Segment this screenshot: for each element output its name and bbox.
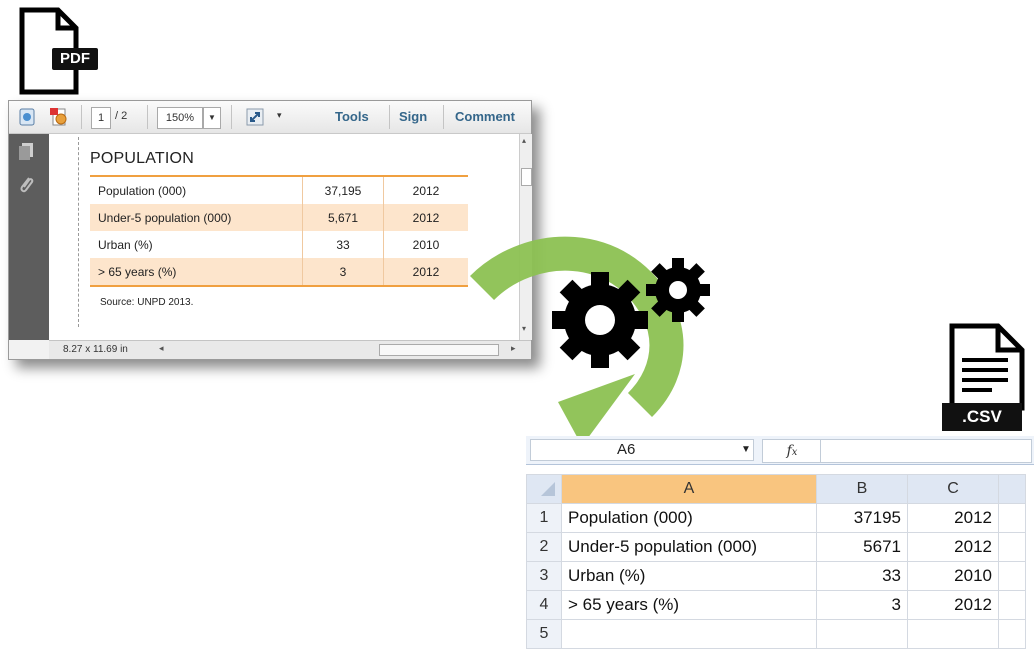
table-cell: Urban (%)	[90, 231, 303, 258]
table-cell: Under-5 population (000)	[90, 204, 303, 231]
cell[interactable]: Urban (%)	[561, 561, 817, 591]
table-cell: 2012	[412, 183, 440, 198]
cell[interactable]	[816, 619, 908, 649]
formula-bar: A6 ▼ fx	[526, 436, 1034, 465]
row-header[interactable]: 4	[526, 590, 562, 620]
cell[interactable]: 2012	[907, 532, 999, 562]
table-row: 4 > 65 years (%) 3 2012	[526, 590, 1026, 620]
table-row: > 65 years (%) 3 2012	[90, 258, 468, 286]
source-note: Source: UNPD 2013.	[100, 297, 194, 308]
table-cell: 37,195	[302, 176, 384, 204]
comment-button[interactable]: Comment	[455, 109, 515, 124]
column-header-b[interactable]: B	[816, 474, 908, 504]
scroll-thumb[interactable]	[521, 168, 532, 186]
cell[interactable]	[998, 619, 1026, 649]
cell[interactable]: 37195	[816, 503, 908, 533]
document-icon[interactable]	[49, 107, 69, 127]
cell[interactable]	[998, 503, 1026, 533]
table-cell: Population (000)	[90, 176, 303, 204]
column-header-c[interactable]: C	[907, 474, 999, 504]
csv-file-icon	[949, 323, 1025, 411]
sign-button[interactable]: Sign	[399, 109, 427, 124]
cell[interactable]	[998, 561, 1026, 591]
table-cell: 2012	[383, 204, 468, 231]
insert-function-button[interactable]: fx	[762, 439, 822, 463]
cell[interactable]	[907, 619, 999, 649]
cell[interactable]: 5671	[816, 532, 908, 562]
cell[interactable]: 2012	[907, 503, 999, 533]
cell[interactable]	[561, 619, 817, 649]
cell[interactable]: Under-5 population (000)	[561, 532, 817, 562]
table-row: Population (000) 37,195 2012	[90, 176, 468, 204]
toolbar-separator	[389, 105, 390, 129]
navigation-pane	[9, 134, 49, 340]
table-row: 2 Under-5 population (000) 5671 2012	[526, 532, 1026, 562]
name-box[interactable]: A6 ▼	[530, 439, 754, 461]
expand-icon[interactable]	[245, 107, 265, 127]
cell[interactable]: 3	[816, 590, 908, 620]
table-row: 5	[526, 619, 1026, 649]
name-box-dropdown-icon[interactable]: ▼	[741, 444, 751, 455]
table-row: Urban (%) 33 2010	[90, 231, 468, 258]
column-header-a[interactable]: A	[561, 474, 817, 504]
page-size-label: 8.27 x 11.69 in	[63, 344, 128, 355]
table-cell: > 65 years (%)	[90, 258, 303, 286]
row-header[interactable]: 5	[526, 619, 562, 649]
pdf-badge: PDF	[52, 48, 98, 70]
spreadsheet: A6 ▼ fx A B C 1 Population (000) 37195 2…	[526, 436, 1034, 649]
formula-input[interactable]	[820, 439, 1032, 463]
table-row: Under-5 population (000) 5,671 2012	[90, 204, 468, 231]
table-row: 1 Population (000) 37195 2012	[526, 503, 1026, 533]
row-header[interactable]: 3	[526, 561, 562, 591]
toolbar-separator	[443, 105, 444, 129]
table-cell: 2012	[383, 258, 468, 286]
cell[interactable]: 2012	[907, 590, 999, 620]
sheet-grid: A B C 1 Population (000) 37195 2012 2 Un…	[526, 474, 1026, 649]
table-cell: 5,671	[302, 204, 384, 231]
page-boundary	[78, 137, 80, 327]
table-row: 3 Urban (%) 33 2010	[526, 561, 1026, 591]
row-header[interactable]: 1	[526, 503, 562, 533]
zoom-select[interactable]: 150%	[157, 107, 203, 129]
cell[interactable]: 33	[816, 561, 908, 591]
table-cell: 2010	[412, 237, 440, 252]
population-title: POPULATION	[90, 150, 194, 167]
toolbar-separator	[147, 105, 148, 129]
tools-button[interactable]: Tools	[335, 109, 369, 124]
name-box-value: A6	[617, 441, 636, 458]
attachment-icon[interactable]	[17, 174, 35, 196]
more-tools-icon[interactable]: ▾	[277, 110, 282, 121]
print-icon[interactable]	[17, 107, 37, 127]
cell[interactable]	[998, 532, 1026, 562]
column-header-d[interactable]	[998, 474, 1026, 504]
pdf-status-bar: 8.27 x 11.69 in ◂ ▸	[49, 340, 531, 359]
pdf-toolbar: 1 / 2 150% ▼ ▾ Tools Sign Comment	[9, 101, 531, 134]
page-number-input[interactable]: 1	[91, 107, 111, 129]
scroll-up-icon[interactable]: ▴	[522, 136, 526, 145]
toolbar-separator	[81, 105, 82, 129]
csv-badge: .CSV	[942, 403, 1022, 431]
population-table: Population (000) 37,195 2012 Under-5 pop…	[90, 175, 468, 287]
toolbar-separator	[231, 105, 232, 129]
zoom-dropdown-icon[interactable]: ▼	[203, 107, 221, 129]
scroll-left-icon[interactable]: ◂	[159, 343, 164, 354]
table-cell: 33	[302, 231, 384, 258]
table-cell: 3	[302, 258, 384, 286]
pages-icon[interactable]	[17, 142, 35, 162]
select-all-corner[interactable]	[526, 474, 562, 504]
page-total: / 2	[115, 110, 128, 122]
gears-icon	[552, 258, 710, 368]
row-header[interactable]: 2	[526, 532, 562, 562]
cell[interactable]	[998, 590, 1026, 620]
cell[interactable]: > 65 years (%)	[561, 590, 817, 620]
cell[interactable]: 2010	[907, 561, 999, 591]
cell[interactable]: Population (000)	[561, 503, 817, 533]
